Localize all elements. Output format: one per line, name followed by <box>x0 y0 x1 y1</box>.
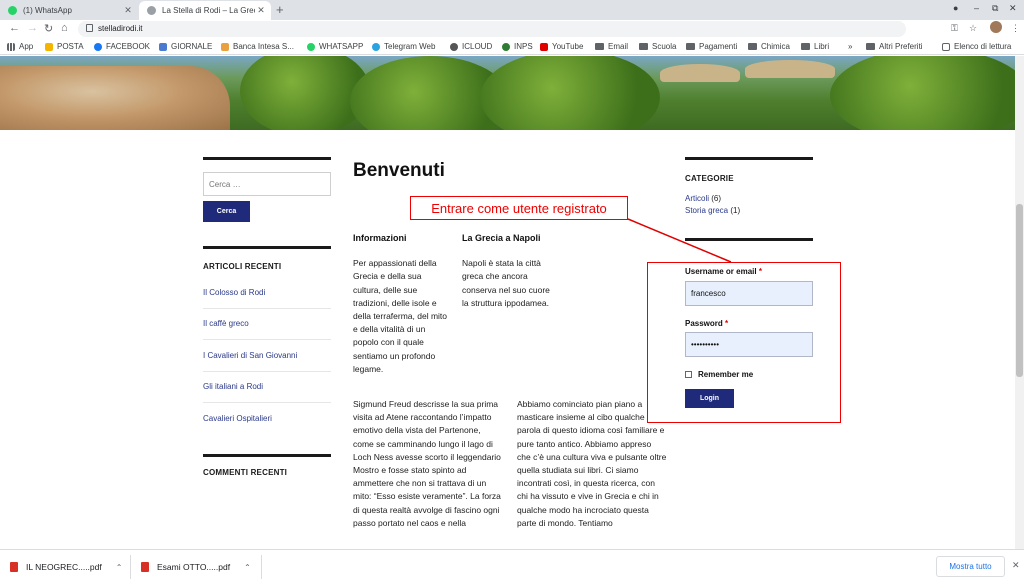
annotation-arrow-line <box>627 218 732 263</box>
close-downloads-icon[interactable]: ✕ <box>1012 560 1020 571</box>
download-item[interactable]: IL NEOGREC.....pdf ⌃ <box>0 555 130 579</box>
download-item[interactable]: Esami OTTO.....pdf ⌃ <box>131 555 261 579</box>
annotation-highlight-box <box>647 262 841 423</box>
downloads-bar: IL NEOGREC.....pdf ⌃ Esami OTTO.....pdf … <box>0 549 1024 583</box>
page-scrollbar[interactable] <box>1015 56 1024 549</box>
scrollbar-thumb[interactable] <box>1016 204 1023 377</box>
annotation-label: Entrare come utente registrato <box>410 196 628 220</box>
pdf-file-icon <box>10 562 18 572</box>
download-filename: Esami OTTO.....pdf <box>157 562 231 572</box>
chevron-up-icon[interactable]: ⌃ <box>116 563 123 572</box>
download-filename: IL NEOGREC.....pdf <box>26 562 102 572</box>
chevron-up-icon[interactable]: ⌃ <box>244 563 251 572</box>
pdf-file-icon <box>141 562 149 572</box>
download-separator <box>261 555 262 579</box>
show-all-downloads-button[interactable]: Mostra tutto <box>936 556 1005 577</box>
